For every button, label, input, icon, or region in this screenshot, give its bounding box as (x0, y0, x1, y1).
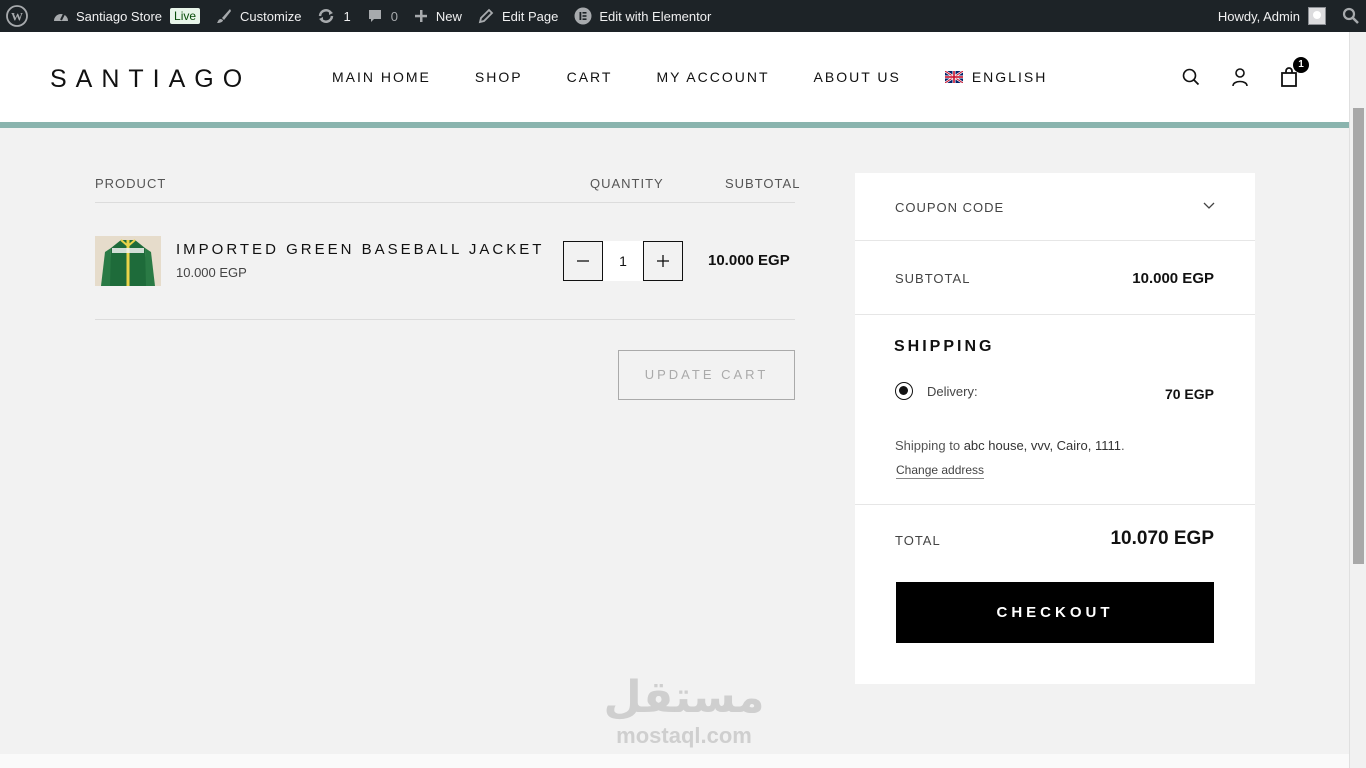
wordpress-icon: W (6, 5, 28, 27)
minus-icon (577, 260, 589, 262)
plus-icon (414, 10, 427, 22)
header-accent-line (0, 122, 1349, 128)
elementor-icon (574, 7, 592, 25)
new-label: New (435, 8, 462, 24)
pencil-icon (478, 8, 494, 24)
admin-bar: W Santiago Store Live Customize 1 0 New … (0, 0, 1366, 32)
divider (855, 240, 1255, 241)
delivery-label: Delivery: (927, 384, 978, 399)
elementor-link[interactable]: Edit with Elementor (566, 0, 719, 32)
quantity-increase-button[interactable] (643, 241, 683, 281)
line-subtotal: 10.000 EGP (708, 252, 790, 269)
watermark-latin: mostaql.com (616, 723, 752, 748)
cart-totals: COUPON CODE SUBTOTAL 10.000 EGP SHIPPING… (855, 173, 1255, 684)
search-icon (1342, 7, 1359, 24)
watermark-arabic: مستقل (603, 672, 765, 723)
shipping-to-label: Shipping to (895, 438, 961, 453)
quantity-input[interactable]: 1 (603, 241, 643, 281)
jacket-image (95, 236, 161, 286)
address-period: . (1120, 438, 1125, 453)
header-search-button[interactable] (1180, 66, 1202, 88)
edit-page-label: Edit Page (501, 8, 559, 24)
live-badge: Live (170, 8, 201, 24)
col-header-product: PRODUCT (95, 176, 167, 191)
language-switcher[interactable]: ENGLISH (944, 69, 1048, 85)
svg-text:W: W (11, 10, 23, 24)
change-address-link[interactable]: Change address (896, 463, 985, 479)
delivery-radio[interactable] (895, 382, 913, 400)
brush-icon (217, 9, 232, 23)
divider (855, 504, 1255, 505)
comments-count: 0 (390, 8, 398, 24)
shipping-address: abc house, vvv, Cairo, 1111 (963, 438, 1121, 453)
nav-cart[interactable]: CART (567, 69, 613, 85)
site-header: SANTIAGO MAIN HOME SHOP CART MY ACCOUNT … (0, 32, 1349, 122)
divider (855, 314, 1255, 315)
delivery-price: 70 EGP (1164, 386, 1214, 402)
update-cart-button[interactable]: UPDATE CART (618, 350, 795, 400)
language-label: ENGLISH (971, 69, 1048, 85)
scrollbar-thumb[interactable] (1353, 108, 1364, 564)
chevron-down-icon (1203, 202, 1215, 209)
plus-icon (657, 255, 669, 267)
shipping-title: SHIPPING (894, 338, 995, 355)
comment-icon (368, 10, 381, 22)
nav-shop[interactable]: SHOP (475, 69, 523, 85)
site-name: Santiago Store (76, 8, 163, 24)
customize-label: Customize (240, 8, 302, 24)
subtotal-label: SUBTOTAL (895, 271, 971, 286)
col-header-subtotal: SUBTOTAL (725, 176, 801, 191)
total-label: TOTAL (895, 533, 941, 548)
divider (95, 319, 795, 320)
updates-icon (319, 9, 334, 23)
edit-page-link[interactable]: Edit Page (470, 0, 566, 32)
checkout-button[interactable]: CHECKOUT (896, 582, 1214, 643)
search-icon (1182, 68, 1200, 86)
site-logo[interactable]: SANTIAGO (50, 65, 251, 94)
new-content-link[interactable]: New (406, 0, 470, 32)
watermark: مستقل mostaql.com (600, 672, 768, 748)
wordpress-logo-button[interactable]: W (0, 0, 36, 32)
page-scrollbar[interactable] (1349, 32, 1366, 768)
elementor-label: Edit with Elementor (599, 8, 712, 24)
admin-search-button[interactable] (1334, 0, 1366, 32)
product-name-link[interactable]: IMPORTED GREEN BASEBALL JACKET (176, 241, 544, 258)
howdy-label: Howdy, Admin (1217, 8, 1300, 24)
product-thumbnail[interactable] (95, 236, 161, 286)
main-nav: MAIN HOME SHOP CART MY ACCOUNT ABOUT US … (332, 69, 1091, 85)
coupon-label: COUPON CODE (895, 200, 1005, 215)
nav-main-home[interactable]: MAIN HOME (332, 69, 431, 85)
site-name-link[interactable]: Santiago Store Live (44, 0, 208, 32)
avatar (1308, 7, 1326, 25)
nav-my-account[interactable]: MY ACCOUNT (656, 69, 769, 85)
updates-count: 1 (343, 8, 351, 24)
cart-count-badge: 1 (1293, 57, 1309, 73)
comments-link[interactable]: 0 (359, 0, 406, 32)
updates-link[interactable]: 1 (309, 0, 358, 32)
uk-flag-icon (944, 71, 963, 83)
header-cart-button[interactable]: 1 (1278, 57, 1309, 88)
coupon-toggle[interactable]: COUPON CODE (855, 173, 1255, 240)
product-unit-price: 10.000 EGP (176, 265, 247, 280)
divider (95, 202, 795, 203)
subtotal-value: 10.000 EGP (1132, 270, 1214, 287)
nav-about-us[interactable]: ABOUT US (814, 69, 901, 85)
dashboard-icon (54, 13, 68, 21)
footer-strip (0, 754, 1349, 768)
customize-link[interactable]: Customize (208, 0, 309, 32)
col-header-quantity: QUANTITY (590, 176, 664, 191)
my-account-link[interactable]: Howdy, Admin (1210, 0, 1334, 32)
quantity-decrease-button[interactable] (563, 241, 603, 281)
total-value: 10.070 EGP (1110, 528, 1214, 549)
shipping-destination: Shipping to abc house, vvv, Cairo, 1111. (895, 438, 1125, 453)
header-account-button[interactable] (1229, 66, 1251, 88)
user-icon (1232, 68, 1248, 87)
